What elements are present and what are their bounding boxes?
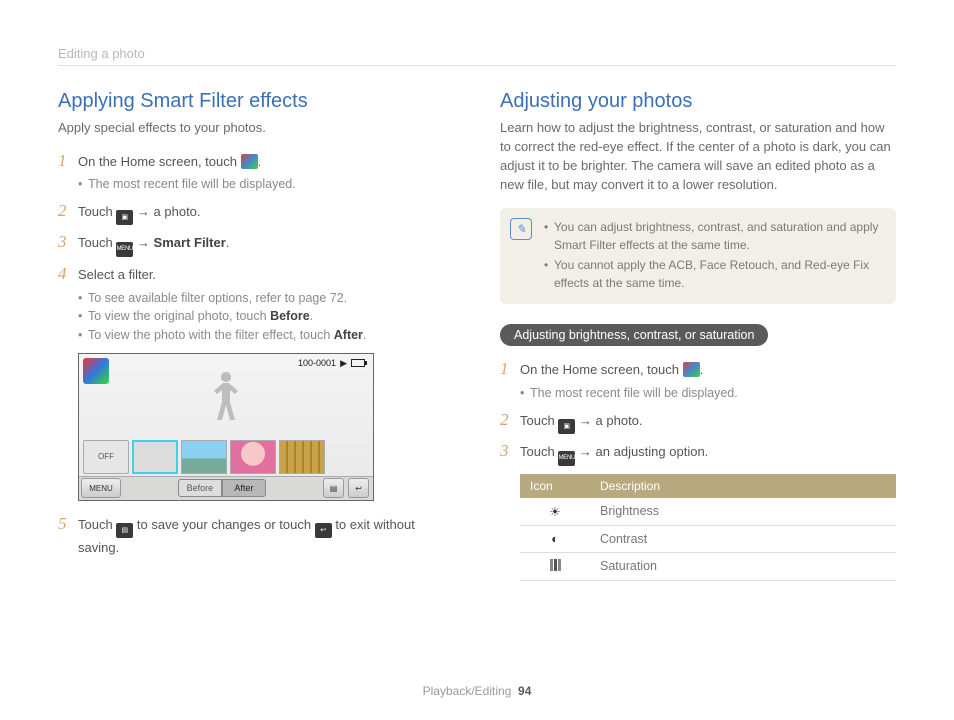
- step-number: 2: [500, 411, 520, 434]
- step3-text-b: →: [133, 235, 153, 250]
- after-button[interactable]: After: [222, 479, 266, 497]
- heading-adjusting: Adjusting your photos: [500, 90, 896, 113]
- step-number: 1: [58, 152, 78, 194]
- adjust-options-table: Icon Description ☀ Brightness ◐ Contrast…: [520, 474, 896, 581]
- note-icon: ✎: [510, 218, 532, 240]
- step2-text-a: Touch: [78, 204, 116, 219]
- album-icon: [241, 154, 258, 169]
- breadcrumb: Editing a photo: [58, 46, 896, 66]
- photo-select-icon: ▣: [558, 419, 575, 434]
- row-contrast: Contrast: [590, 525, 896, 552]
- heading-smart-filter: Applying Smart Filter effects: [58, 90, 454, 113]
- step1-sub: The most recent file will be displayed.: [78, 175, 454, 194]
- th-desc: Description: [590, 474, 896, 498]
- filter-thumb-1[interactable]: [132, 440, 178, 474]
- ss-menu-button[interactable]: MENU: [81, 478, 121, 498]
- silhouette-figure: [206, 372, 246, 442]
- r-step3-b: → an adjusting option.: [575, 444, 708, 459]
- step4-sub1: To see available filter options, refer t…: [78, 289, 454, 308]
- save-icon-button[interactable]: ▤: [323, 478, 345, 498]
- step1-text-a: On the Home screen, touch: [78, 154, 241, 169]
- r-step2-a: Touch: [520, 413, 558, 428]
- save-icon: ▤: [116, 523, 133, 538]
- menu-icon: MENU: [558, 451, 575, 466]
- step-number: 4: [58, 265, 78, 345]
- th-icon: Icon: [520, 474, 590, 498]
- step3-text-c: .: [226, 235, 230, 250]
- battery-icon: [351, 359, 365, 367]
- subsection-pill: Adjusting brightness, contrast, or satur…: [500, 324, 768, 346]
- step4-text: Select a filter.: [78, 267, 156, 282]
- filter-thumb-3[interactable]: [230, 440, 276, 474]
- filter-thumb-2[interactable]: [181, 440, 227, 474]
- exit-icon-button[interactable]: ↩: [348, 478, 369, 498]
- r-step3-a: Touch: [520, 444, 558, 459]
- r-step1-sub: The most recent file will be displayed.: [520, 384, 896, 403]
- step-number: 5: [58, 515, 78, 558]
- camera-screenshot: 100-0001 ▶ OFF MENU Before After: [78, 353, 374, 501]
- left-column: Applying Smart Filter effects Apply spec…: [58, 90, 454, 581]
- page-number: 94: [518, 684, 531, 698]
- row-saturation: Saturation: [590, 552, 896, 580]
- filter-off-button[interactable]: OFF: [83, 440, 129, 474]
- step-number: 3: [500, 442, 520, 466]
- menu-icon: MENU: [116, 242, 133, 257]
- step-number: 2: [58, 202, 78, 225]
- contrast-icon: ◐: [520, 525, 590, 552]
- ss-play-icon: ▶: [340, 358, 347, 369]
- step5-b: to save your changes or touch: [133, 517, 314, 532]
- note-box: ✎ You can adjust brightness, contrast, a…: [500, 208, 896, 304]
- r-step1-a: On the Home screen, touch: [520, 362, 683, 377]
- step5-a: Touch: [78, 517, 116, 532]
- step4-sub3: To view the photo with the filter effect…: [78, 326, 454, 345]
- step3-text-a: Touch: [78, 235, 116, 250]
- r-step2-b: → a photo.: [575, 413, 642, 428]
- intro-right: Learn how to adjust the brightness, cont…: [500, 119, 896, 194]
- step-number: 1: [500, 360, 520, 402]
- photo-select-icon: ▣: [116, 210, 133, 225]
- note-line-2: You cannot apply the ACB, Face Retouch, …: [544, 256, 884, 292]
- page-footer: Playback/Editing 94: [0, 684, 954, 698]
- ss-counter: 100-0001: [298, 358, 336, 368]
- right-column: Adjusting your photos Learn how to adjus…: [500, 90, 896, 581]
- row-brightness: Brightness: [590, 498, 896, 526]
- step-number: 3: [58, 233, 78, 257]
- filter-thumb-4[interactable]: [279, 440, 325, 474]
- intro-left: Apply special effects to your photos.: [58, 119, 454, 138]
- step4-sub2: To view the original photo, touch Before…: [78, 307, 454, 326]
- step1-text-b: .: [258, 154, 262, 169]
- saturation-icon: [520, 552, 590, 580]
- brightness-icon: ☀: [520, 498, 590, 526]
- album-icon: [683, 362, 700, 377]
- footer-section: Playback/Editing: [423, 684, 512, 698]
- step3-bold: Smart Filter: [154, 235, 226, 250]
- ss-mode-icon: [83, 358, 109, 384]
- exit-icon: ↩: [315, 523, 332, 538]
- before-button[interactable]: Before: [178, 479, 222, 497]
- step2-text-b: → a photo.: [133, 204, 200, 219]
- r-step1-b: .: [700, 362, 704, 377]
- note-line-1: You can adjust brightness, contrast, and…: [544, 218, 884, 254]
